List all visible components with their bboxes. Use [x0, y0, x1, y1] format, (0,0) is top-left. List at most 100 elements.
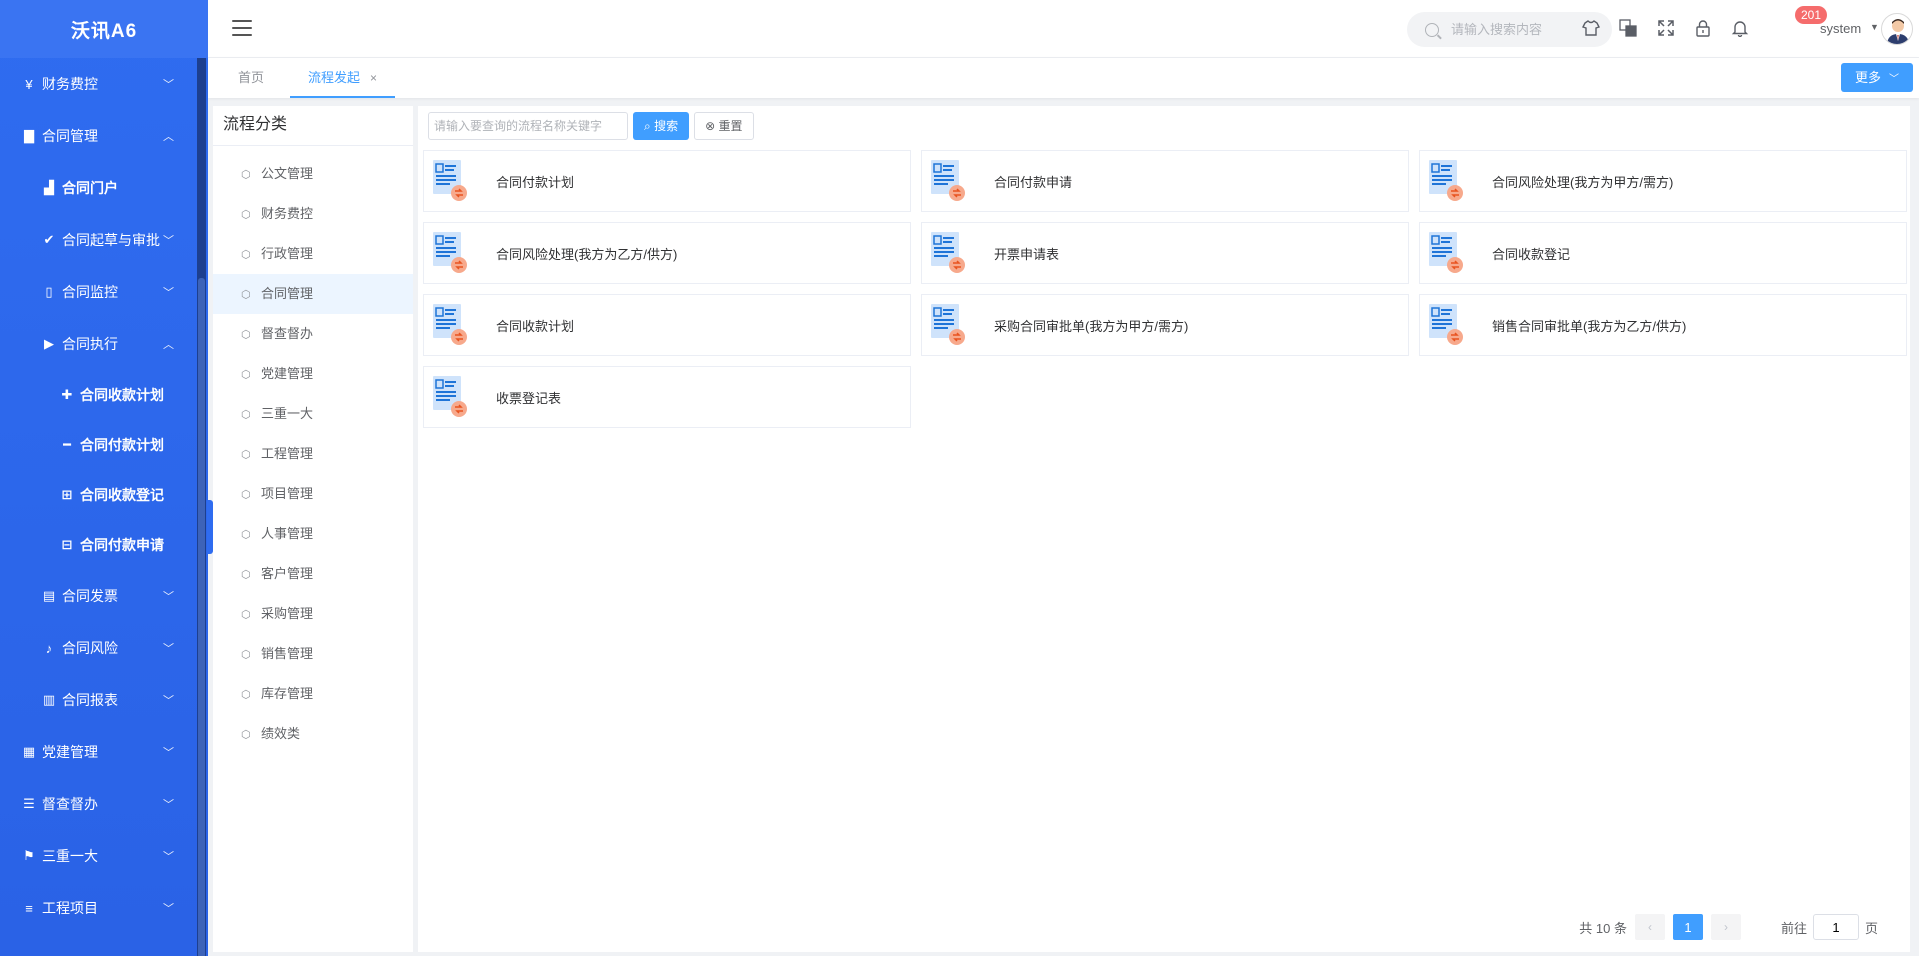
cube-icon: ⬡ [241, 449, 251, 461]
sidebar-item-contract-report[interactable]: ▥ 合同报表 ﹀ [0, 674, 208, 726]
process-document-icon [432, 303, 468, 347]
process-document-icon [930, 231, 966, 275]
sidebar-item-contract-invoice[interactable]: ▤ 合同发票 ﹀ [0, 570, 208, 622]
cube-icon: ⬡ [241, 409, 251, 421]
flow-card-label: 收票登记表 [496, 390, 562, 406]
minus-square-icon: ⊟ [61, 537, 73, 552]
sidebar-item-payment-request[interactable]: ⊟ 合同付款申请 [0, 520, 208, 570]
plus-icon: ✚ [61, 387, 73, 402]
cube-icon: ⬡ [241, 529, 251, 541]
category-item[interactable]: ⬡ 合同管理 [213, 274, 413, 314]
flow-card-label: 合同收款计划 [496, 318, 575, 334]
category-label: 绩效类 [261, 726, 301, 741]
category-label: 工程管理 [261, 446, 314, 461]
category-list: ⬡ 公文管理 ⬡ 财务费控 ⬡ 行政管理 ⬡ 合同管理 ⬡ 督查督办 ⬡ 党建管理 ⬡ 三重一大 ⬡ 工程管理… [213, 146, 413, 754]
sidebar-item-receipt-register[interactable]: ⊞ 合同收款登记 [0, 470, 208, 520]
category-item[interactable]: ⬡ 督查督办 [213, 314, 413, 354]
check-icon: ✔ [43, 232, 55, 247]
sidebar-item-receipt-plan[interactable]: ✚ 合同收款计划 [0, 370, 208, 420]
category-item[interactable]: ⬡ 财务费控 [213, 194, 413, 234]
lock-icon[interactable] [1692, 17, 1714, 39]
page-number-button[interactable]: 1 [1672, 914, 1703, 940]
invoice-icon: ▤ [42, 588, 56, 603]
flow-card-label: 合同收款登记 [1492, 246, 1571, 262]
chevron-up-icon: ︿ [163, 131, 174, 143]
category-item[interactable]: ⬡ 行政管理 [213, 234, 413, 274]
chevron-down-icon: ﹀ [163, 79, 174, 91]
reset-button[interactable]: ⊗ 重置 [694, 112, 754, 140]
sidebar-item-label: 合同发票 [62, 588, 118, 604]
next-page-button[interactable]: › [1710, 914, 1741, 940]
chevron-down-icon: ﹀ [163, 747, 174, 759]
process-document-icon [930, 303, 966, 347]
process-document-icon [930, 159, 966, 203]
category-item[interactable]: ⬡ 三重一大 [213, 394, 413, 434]
category-item[interactable]: ⬡ 人事管理 [213, 514, 413, 554]
sidebar-item-three-one[interactable]: ⚑ 三重一大 ﹀ [0, 830, 208, 882]
chevron-down-icon: ﹀ [163, 235, 174, 247]
sidebar-scrollbar[interactable] [197, 58, 206, 956]
category-item[interactable]: ⬡ 党建管理 [213, 354, 413, 394]
bell-icon[interactable] [1729, 17, 1751, 39]
tab-home[interactable]: 首页 [238, 58, 264, 98]
top-header: 201 system ▼ [208, 0, 1919, 58]
sidebar-item-party[interactable]: ▦ 党建管理 ﹀ [0, 726, 208, 778]
search-button[interactable]: ⌕ 搜索 [633, 112, 690, 140]
tab-flow-launch[interactable]: 流程发起 × [290, 58, 396, 98]
flow-card[interactable]: 采购合同审批单(我方为甲方/需方) [921, 294, 1409, 356]
more-button[interactable]: 更多 ﹀ [1840, 63, 1913, 92]
flow-card-label: 合同风险处理(我方为乙方/供方) [496, 246, 678, 262]
flow-card[interactable]: 开票申请表 [921, 222, 1409, 284]
tab-label: 流程发起 [308, 70, 361, 85]
translate-icon[interactable] [1617, 17, 1639, 39]
flag-icon: ⚑ [23, 848, 35, 863]
category-title: 流程分类 [213, 106, 413, 146]
category-item[interactable]: ⬡ 客户管理 [213, 554, 413, 594]
cube-icon: ⬡ [241, 689, 251, 701]
prev-page-button[interactable]: ‹ [1634, 914, 1665, 940]
sidebar-item-finance[interactable]: ¥ 财务费控 ﹀ [0, 58, 208, 110]
flow-card[interactable]: 合同收款登记 [1419, 222, 1907, 284]
fullscreen-icon[interactable] [1655, 17, 1677, 39]
sidebar-item-contract-monitor[interactable]: ▯ 合同监控 ﹀ [0, 266, 208, 318]
sidebar-item-contract[interactable]: ▇ 合同管理 ︿ [0, 110, 208, 162]
cube-icon: ⬡ [241, 249, 251, 261]
category-item[interactable]: ⬡ 工程管理 [213, 434, 413, 474]
category-item[interactable]: ⬡ 绩效类 [213, 714, 413, 754]
sidebar-item-contract-portal[interactable]: ▟ 合同门户 [0, 162, 208, 214]
category-item[interactable]: ⬡ 采购管理 [213, 594, 413, 634]
skin-icon[interactable] [1580, 17, 1602, 39]
flow-card[interactable]: 销售合同审批单(我方为乙方/供方) [1419, 294, 1907, 356]
flow-search-input[interactable] [428, 112, 628, 140]
bank-icon: ▦ [22, 744, 36, 759]
chart-icon: ▟ [44, 180, 54, 195]
sidebar-scrollbar-thumb[interactable] [198, 278, 205, 956]
category-label: 销售管理 [261, 646, 314, 661]
sidebar-item-payment-plan[interactable]: ━ 合同付款计划 [0, 420, 208, 470]
category-item[interactable]: ⬡ 项目管理 [213, 474, 413, 514]
close-icon[interactable]: × [370, 71, 377, 85]
menu-toggle-icon[interactable] [232, 20, 252, 36]
flow-card[interactable]: 收票登记表 [423, 366, 911, 428]
sidebar-item-contract-execution[interactable]: ▶ 合同执行 ︿ [0, 318, 208, 370]
sidebar-item-contract-draft[interactable]: ✔ 合同起草与审批 ﹀ [0, 214, 208, 266]
category-item[interactable]: ⬡ 库存管理 [213, 674, 413, 714]
caret-down-icon[interactable]: ▼ [1870, 22, 1879, 32]
yen-icon: ¥ [25, 76, 33, 92]
cube-icon: ⬡ [241, 649, 251, 661]
sidebar-item-supervision[interactable]: ☰ 督查督办 ﹀ [0, 778, 208, 830]
flow-card[interactable]: 合同风险处理(我方为乙方/供方) [423, 222, 911, 284]
flow-card[interactable]: 合同付款计划 [423, 150, 911, 212]
global-search-input[interactable] [1451, 22, 1601, 37]
flow-card[interactable]: 合同付款申请 [921, 150, 1409, 212]
sidebar-item-contract-risk[interactable]: ♪ 合同风险 ﹀ [0, 622, 208, 674]
username-label[interactable]: system [1820, 21, 1861, 36]
process-document-icon [432, 159, 468, 203]
flow-card[interactable]: 合同收款计划 [423, 294, 911, 356]
goto-page-input[interactable] [1812, 914, 1859, 940]
sidebar-item-engineering[interactable]: ≡ 工程项目 ﹀ [0, 882, 208, 934]
category-item[interactable]: ⬡ 销售管理 [213, 634, 413, 674]
flow-card[interactable]: 合同风险处理(我方为甲方/需方) [1419, 150, 1907, 212]
avatar[interactable] [1881, 13, 1913, 45]
category-item[interactable]: ⬡ 公文管理 [213, 154, 413, 194]
